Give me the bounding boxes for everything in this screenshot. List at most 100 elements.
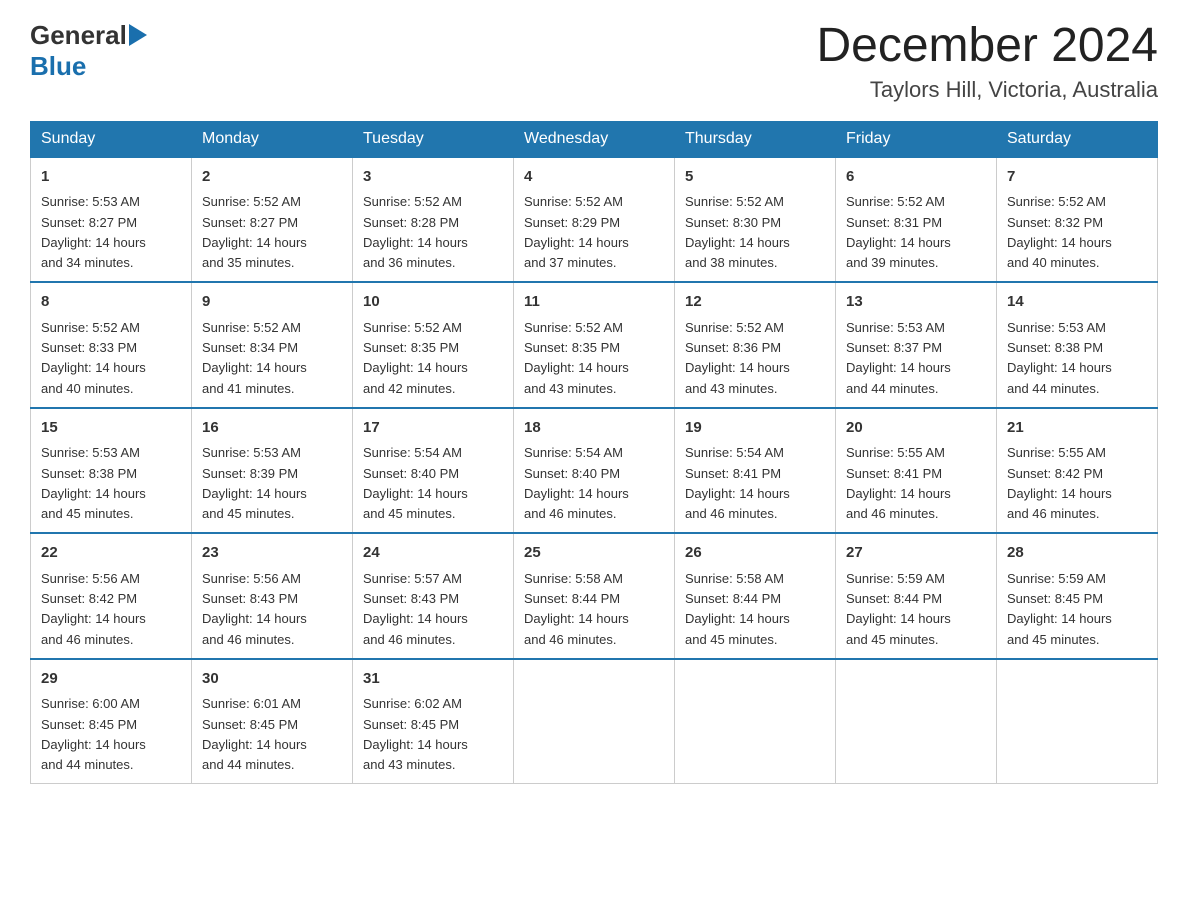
calendar-cell: 7 Sunrise: 5:52 AMSunset: 8:32 PMDaylight… <box>997 157 1158 283</box>
weekday-header-sunday: Sunday <box>31 121 192 157</box>
day-number: 22 <box>41 542 181 565</box>
day-number: 31 <box>363 668 503 691</box>
day-number: 1 <box>41 166 181 189</box>
day-info: Sunrise: 5:59 AMSunset: 8:45 PMDaylight:… <box>1007 571 1112 647</box>
title-block: December 2024 Taylors Hill, Victoria, Au… <box>816 20 1158 103</box>
day-number: 27 <box>846 542 986 565</box>
day-number: 9 <box>202 291 342 314</box>
day-info: Sunrise: 6:01 AMSunset: 8:45 PMDaylight:… <box>202 696 307 772</box>
day-info: Sunrise: 5:58 AMSunset: 8:44 PMDaylight:… <box>685 571 790 647</box>
calendar-cell: 22 Sunrise: 5:56 AMSunset: 8:42 PMDayligh… <box>31 533 192 659</box>
day-info: Sunrise: 5:56 AMSunset: 8:43 PMDaylight:… <box>202 571 307 647</box>
day-info: Sunrise: 5:58 AMSunset: 8:44 PMDaylight:… <box>524 571 629 647</box>
day-info: Sunrise: 5:52 AMSunset: 8:27 PMDaylight:… <box>202 194 307 270</box>
weekday-header-row: SundayMondayTuesdayWednesdayThursdayFrid… <box>31 121 1158 157</box>
logo-general: General <box>30 20 127 51</box>
day-info: Sunrise: 5:52 AMSunset: 8:29 PMDaylight:… <box>524 194 629 270</box>
calendar-cell: 27 Sunrise: 5:59 AMSunset: 8:44 PMDayligh… <box>836 533 997 659</box>
day-number: 26 <box>685 542 825 565</box>
subtitle: Taylors Hill, Victoria, Australia <box>816 77 1158 103</box>
calendar-cell: 15 Sunrise: 5:53 AMSunset: 8:38 PMDayligh… <box>31 408 192 534</box>
calendar-cell: 30 Sunrise: 6:01 AMSunset: 8:45 PMDayligh… <box>192 659 353 784</box>
day-info: Sunrise: 5:54 AMSunset: 8:41 PMDaylight:… <box>685 445 790 521</box>
day-info: Sunrise: 5:52 AMSunset: 8:36 PMDaylight:… <box>685 320 790 396</box>
calendar-cell: 11 Sunrise: 5:52 AMSunset: 8:35 PMDayligh… <box>514 282 675 408</box>
calendar-cell: 28 Sunrise: 5:59 AMSunset: 8:45 PMDayligh… <box>997 533 1158 659</box>
calendar-cell: 5Sunrise: 5:52 AMSunset: 8:30 PMDaylight… <box>675 157 836 283</box>
day-number: 8 <box>41 291 181 314</box>
day-number: 12 <box>685 291 825 314</box>
day-info: Sunrise: 5:53 AMSunset: 8:39 PMDaylight:… <box>202 445 307 521</box>
page-header: General Blue December 2024 Taylors Hill,… <box>30 20 1158 103</box>
day-number: 20 <box>846 417 986 440</box>
day-number: 3 <box>363 166 503 189</box>
day-number: 7 <box>1007 166 1147 189</box>
day-number: 21 <box>1007 417 1147 440</box>
calendar-cell: 29 Sunrise: 6:00 AMSunset: 8:45 PMDayligh… <box>31 659 192 784</box>
calendar-cell: 2 Sunrise: 5:52 AMSunset: 8:27 PMDaylight… <box>192 157 353 283</box>
day-number: 19 <box>685 417 825 440</box>
day-number: 11 <box>524 291 664 314</box>
calendar-cell <box>997 659 1158 784</box>
day-number: 14 <box>1007 291 1147 314</box>
main-title: December 2024 <box>816 20 1158 73</box>
day-number: 29 <box>41 668 181 691</box>
weekday-header-wednesday: Wednesday <box>514 121 675 157</box>
calendar-cell: 25Sunrise: 5:58 AMSunset: 8:44 PMDayligh… <box>514 533 675 659</box>
weekday-header-thursday: Thursday <box>675 121 836 157</box>
day-number: 4 <box>524 166 664 189</box>
day-info: Sunrise: 5:55 AMSunset: 8:41 PMDaylight:… <box>846 445 951 521</box>
day-info: Sunrise: 6:00 AMSunset: 8:45 PMDaylight:… <box>41 696 146 772</box>
day-number: 30 <box>202 668 342 691</box>
day-number: 6 <box>846 166 986 189</box>
calendar-cell: 31 Sunrise: 6:02 AMSunset: 8:45 PMDayligh… <box>353 659 514 784</box>
calendar-cell: 3 Sunrise: 5:52 AMSunset: 8:28 PMDaylight… <box>353 157 514 283</box>
weekday-header-saturday: Saturday <box>997 121 1158 157</box>
calendar-cell: 8 Sunrise: 5:52 AMSunset: 8:33 PMDaylight… <box>31 282 192 408</box>
day-number: 2 <box>202 166 342 189</box>
day-number: 24 <box>363 542 503 565</box>
day-info: Sunrise: 5:55 AMSunset: 8:42 PMDaylight:… <box>1007 445 1112 521</box>
day-number: 18 <box>524 417 664 440</box>
calendar-cell <box>836 659 997 784</box>
day-info: Sunrise: 5:53 AMSunset: 8:27 PMDaylight:… <box>41 194 146 270</box>
calendar-cell: 4 Sunrise: 5:52 AMSunset: 8:29 PMDaylight… <box>514 157 675 283</box>
day-info: Sunrise: 5:52 AMSunset: 8:31 PMDaylight:… <box>846 194 951 270</box>
calendar-cell: 20 Sunrise: 5:55 AMSunset: 8:41 PMDayligh… <box>836 408 997 534</box>
day-info: Sunrise: 5:53 AMSunset: 8:37 PMDaylight:… <box>846 320 951 396</box>
calendar-cell: 24 Sunrise: 5:57 AMSunset: 8:43 PMDayligh… <box>353 533 514 659</box>
calendar-cell <box>514 659 675 784</box>
day-number: 15 <box>41 417 181 440</box>
calendar-cell: 19 Sunrise: 5:54 AMSunset: 8:41 PMDayligh… <box>675 408 836 534</box>
calendar-cell: 23Sunrise: 5:56 AMSunset: 8:43 PMDayligh… <box>192 533 353 659</box>
day-number: 13 <box>846 291 986 314</box>
day-info: Sunrise: 5:52 AMSunset: 8:32 PMDaylight:… <box>1007 194 1112 270</box>
calendar-cell: 18 Sunrise: 5:54 AMSunset: 8:40 PMDayligh… <box>514 408 675 534</box>
day-info: Sunrise: 6:02 AMSunset: 8:45 PMDaylight:… <box>363 696 468 772</box>
day-number: 5 <box>685 166 825 189</box>
calendar-week-1: 1 Sunrise: 5:53 AMSunset: 8:27 PMDaylight… <box>31 157 1158 283</box>
day-number: 28 <box>1007 542 1147 565</box>
day-info: Sunrise: 5:59 AMSunset: 8:44 PMDaylight:… <box>846 571 951 647</box>
day-info: Sunrise: 5:54 AMSunset: 8:40 PMDaylight:… <box>524 445 629 521</box>
calendar-cell: 1 Sunrise: 5:53 AMSunset: 8:27 PMDaylight… <box>31 157 192 283</box>
calendar-week-5: 29 Sunrise: 6:00 AMSunset: 8:45 PMDayligh… <box>31 659 1158 784</box>
calendar-cell: 9Sunrise: 5:52 AMSunset: 8:34 PMDaylight… <box>192 282 353 408</box>
day-info: Sunrise: 5:57 AMSunset: 8:43 PMDaylight:… <box>363 571 468 647</box>
day-info: Sunrise: 5:53 AMSunset: 8:38 PMDaylight:… <box>1007 320 1112 396</box>
day-number: 10 <box>363 291 503 314</box>
day-info: Sunrise: 5:52 AMSunset: 8:35 PMDaylight:… <box>363 320 468 396</box>
calendar-cell: 10 Sunrise: 5:52 AMSunset: 8:35 PMDayligh… <box>353 282 514 408</box>
day-info: Sunrise: 5:52 AMSunset: 8:28 PMDaylight:… <box>363 194 468 270</box>
day-info: Sunrise: 5:52 AMSunset: 8:33 PMDaylight:… <box>41 320 146 396</box>
day-number: 16 <box>202 417 342 440</box>
calendar-cell: 16 Sunrise: 5:53 AMSunset: 8:39 PMDayligh… <box>192 408 353 534</box>
weekday-header-friday: Friday <box>836 121 997 157</box>
day-info: Sunrise: 5:53 AMSunset: 8:38 PMDaylight:… <box>41 445 146 521</box>
day-info: Sunrise: 5:56 AMSunset: 8:42 PMDaylight:… <box>41 571 146 647</box>
calendar-week-3: 15 Sunrise: 5:53 AMSunset: 8:38 PMDayligh… <box>31 408 1158 534</box>
day-info: Sunrise: 5:52 AMSunset: 8:35 PMDaylight:… <box>524 320 629 396</box>
logo-blue: Blue <box>30 51 86 82</box>
calendar-week-4: 22 Sunrise: 5:56 AMSunset: 8:42 PMDayligh… <box>31 533 1158 659</box>
day-number: 17 <box>363 417 503 440</box>
